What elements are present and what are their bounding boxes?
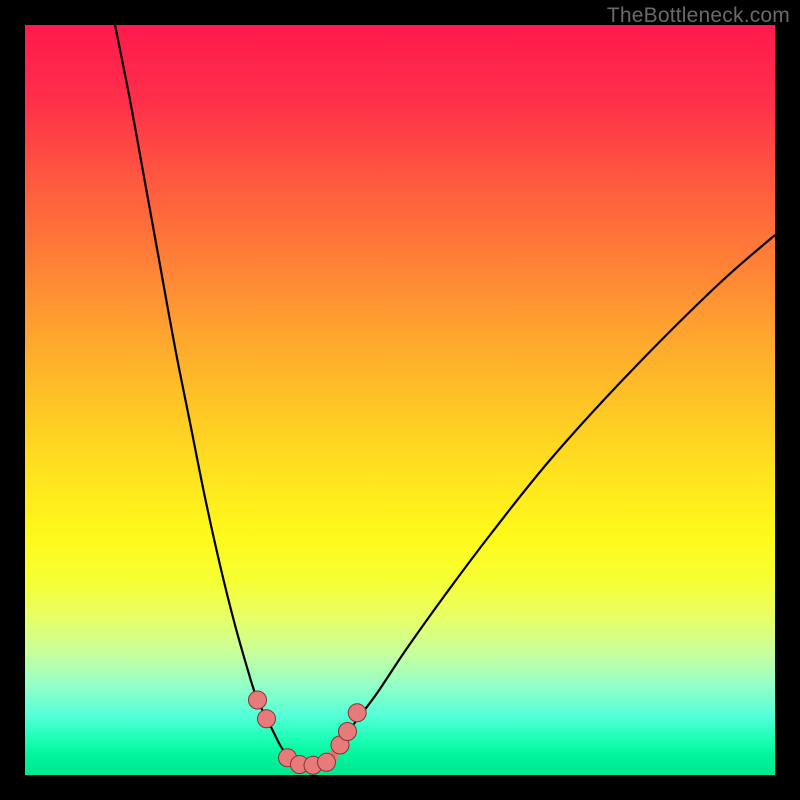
floor-dot-4 xyxy=(318,753,336,771)
left-lower-dot xyxy=(258,710,276,728)
curve-overlay xyxy=(0,0,800,800)
marker-group xyxy=(249,691,367,774)
right-mid-dot xyxy=(339,723,357,741)
left-upper-dot xyxy=(249,691,267,709)
outer-frame: TheBottleneck.com xyxy=(0,0,800,800)
curve-group xyxy=(115,25,775,766)
watermark-text: TheBottleneck.com xyxy=(607,4,790,28)
series-right-branch xyxy=(333,235,776,756)
series-left-branch xyxy=(115,25,288,756)
right-upper-dot xyxy=(348,704,366,722)
